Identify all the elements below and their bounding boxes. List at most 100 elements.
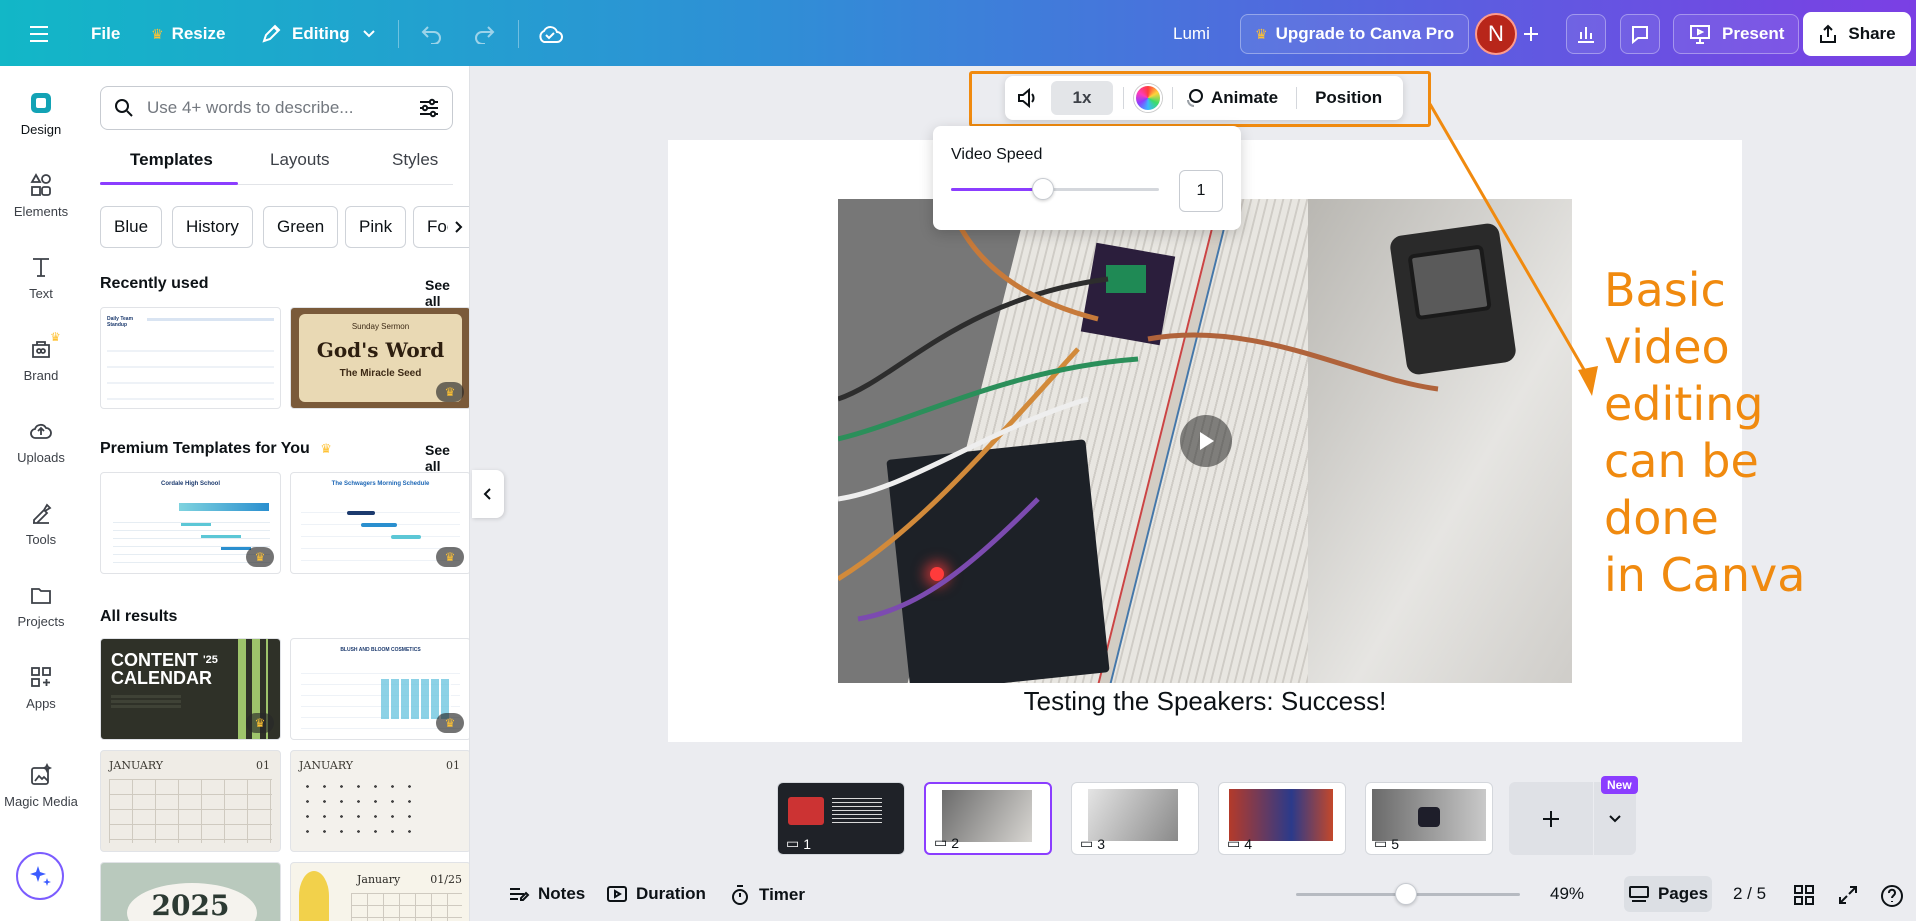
- comments-button[interactable]: [1620, 14, 1660, 54]
- divider: [398, 20, 399, 48]
- template-january-1[interactable]: JANUARY 01: [100, 750, 281, 852]
- template-january-2[interactable]: JANUARY 01: [290, 750, 469, 852]
- hamburger-icon: [30, 26, 48, 42]
- rail-item-brand[interactable]: ♛ Brand: [0, 330, 82, 383]
- help-button[interactable]: [1880, 884, 1904, 908]
- add-collaborator-button[interactable]: [1520, 14, 1542, 54]
- page-thumb-5[interactable]: ▭ 5: [1365, 782, 1493, 855]
- template-blush-bloom[interactable]: BLUSH AND BLOOM COSMETICS ♛: [290, 638, 469, 740]
- plus-icon: [1543, 810, 1559, 827]
- rail-label: Apps: [26, 696, 56, 711]
- annotation-line: editing: [1604, 377, 1764, 431]
- file-menu-button[interactable]: File: [91, 14, 120, 54]
- chips-scroll-right-button[interactable]: [448, 216, 469, 238]
- chevron-down-icon: [1609, 814, 1621, 822]
- pages-label: Pages: [1657, 884, 1709, 903]
- duration-icon: [607, 886, 627, 902]
- share-button[interactable]: Share: [1803, 12, 1911, 56]
- video-play-button[interactable]: [1180, 415, 1232, 467]
- page-thumb-4[interactable]: ▭ 4: [1218, 782, 1346, 855]
- left-rail: Design Elements Text ♛ Brand Uploads Too…: [0, 66, 82, 921]
- speed-slider-fill: [951, 188, 1043, 191]
- tools-icon: [28, 500, 54, 526]
- filter-icon[interactable]: [418, 97, 440, 119]
- share-label: Share: [1848, 24, 1896, 43]
- timer-button[interactable]: Timer: [729, 884, 805, 906]
- cloud-save-button[interactable]: [536, 14, 564, 54]
- annotation-line: in Canva: [1604, 548, 1806, 602]
- chip-history[interactable]: History: [172, 206, 253, 248]
- tab-styles[interactable]: Styles: [392, 150, 438, 170]
- rail-item-tools[interactable]: Tools: [0, 500, 82, 547]
- main-menu-button[interactable]: [28, 14, 50, 54]
- page-number: 3: [1097, 835, 1106, 852]
- thumb-title: January: [357, 873, 401, 886]
- chip-pink[interactable]: Pink: [345, 206, 407, 248]
- template-sermon[interactable]: Sunday Sermon God's Word The Miracle See…: [290, 307, 469, 409]
- rail-item-apps[interactable]: Apps: [0, 664, 82, 711]
- speed-slider[interactable]: [951, 178, 1159, 200]
- tab-layouts[interactable]: Layouts: [270, 150, 330, 170]
- page-number-label: ▭ 4: [1227, 835, 1252, 852]
- insights-button[interactable]: [1566, 14, 1606, 54]
- thumb-grid: [109, 779, 272, 843]
- zoom-percentage[interactable]: 49%: [1550, 884, 1584, 904]
- design-title[interactable]: Lumi: [1173, 14, 1210, 54]
- undo-button[interactable]: [420, 14, 444, 54]
- timer-icon: [732, 885, 748, 905]
- page-thumb-1[interactable]: ▭ 1: [777, 782, 905, 855]
- template-search-input[interactable]: Use 4+ words to describe...: [100, 86, 453, 130]
- annotation-line: video: [1604, 320, 1730, 374]
- fullscreen-button[interactable]: [1837, 884, 1859, 906]
- play-icon: [1200, 432, 1214, 450]
- speed-slider-handle[interactable]: [1031, 178, 1054, 200]
- tab-templates[interactable]: Templates: [130, 150, 213, 170]
- zoom-slider[interactable]: [1296, 883, 1520, 905]
- redo-button[interactable]: [472, 14, 496, 54]
- grid-view-button[interactable]: [1793, 884, 1815, 906]
- notes-button[interactable]: Notes: [508, 884, 585, 904]
- template-schwagers[interactable]: The Schwagers Morning Schedule ♛: [290, 472, 469, 574]
- comment-icon: ▭: [1080, 835, 1094, 851]
- collapse-panel-button[interactable]: [472, 470, 504, 518]
- chip-green[interactable]: Green: [263, 206, 339, 248]
- template-2025[interactable]: 2025: [100, 862, 281, 921]
- chip-blue[interactable]: Blue: [100, 206, 163, 248]
- page-preview: [1088, 789, 1178, 841]
- page-thumb-2[interactable]: ▭ 2: [924, 782, 1052, 855]
- page-number-label: ▭ 3: [1080, 835, 1105, 852]
- thumb-number: 01/25: [430, 873, 462, 886]
- gantt-bar: [221, 547, 251, 550]
- upgrade-button[interactable]: ♛ Upgrade to Canva Pro: [1240, 14, 1470, 54]
- annotation-text[interactable]: Basic video editing can be done in Canva: [1604, 262, 1805, 604]
- comment-icon: ▭: [786, 835, 800, 851]
- see-all-premium-link[interactable]: See all: [425, 442, 469, 474]
- see-all-recent-link[interactable]: See all: [425, 277, 469, 309]
- speed-value-input[interactable]: 1: [1179, 170, 1223, 212]
- zoom-slider-handle[interactable]: [1394, 883, 1417, 905]
- avatar[interactable]: N: [1475, 13, 1517, 55]
- duration-button[interactable]: Duration: [606, 884, 706, 904]
- chevron-right-icon: [455, 221, 463, 233]
- template-cordale[interactable]: Cordale High School ♛: [100, 472, 281, 574]
- rail-item-magic-media[interactable]: Magic Media: [0, 762, 82, 809]
- rail-item-projects[interactable]: Projects: [0, 582, 82, 629]
- caption-text[interactable]: Testing the Speakers: Success!: [838, 686, 1572, 717]
- rail-item-uploads[interactable]: Uploads: [0, 418, 82, 465]
- template-content-calendar[interactable]: CONTENT '25 CALENDAR ♛: [100, 638, 281, 740]
- present-button[interactable]: Present: [1673, 14, 1800, 54]
- template-january-3[interactable]: January 01/25: [290, 862, 469, 921]
- pages-button[interactable]: Pages: [1624, 876, 1712, 912]
- rail-item-text[interactable]: Text: [0, 254, 82, 301]
- page-number-label: ▭ 5: [1374, 835, 1399, 852]
- rail-item-elements[interactable]: Elements: [0, 172, 82, 219]
- rail-item-design[interactable]: Design: [0, 90, 82, 137]
- page-thumb-3[interactable]: ▭ 3: [1071, 782, 1199, 855]
- add-page-button[interactable]: [1509, 782, 1593, 855]
- magic-assistant-button[interactable]: [16, 852, 64, 900]
- thumb-year: '25: [203, 654, 218, 666]
- template-standup[interactable]: Daily Team Standup: [100, 307, 281, 409]
- thumb-title: The Schwagers Morning Schedule: [331, 481, 430, 487]
- resize-button[interactable]: ♛ Resize: [151, 14, 225, 54]
- editing-mode-button[interactable]: Editing: [260, 14, 376, 54]
